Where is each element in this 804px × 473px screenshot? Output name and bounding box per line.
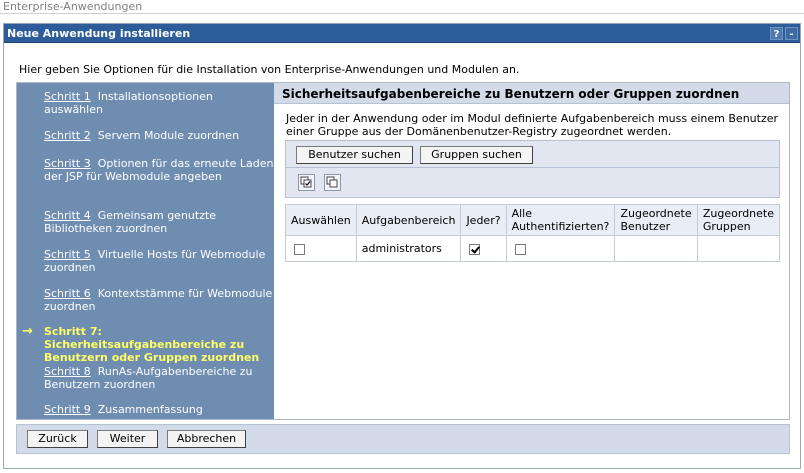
col-mapped-groups: Zugeordnete Gruppen — [696, 204, 781, 236]
role-cell: administrators — [355, 235, 462, 262]
role-mapping-table: Auswählen Aufgabenbereich Jeder? Alle Au… — [285, 204, 781, 262]
mapped-users-cell — [614, 235, 698, 262]
step-8-link[interactable]: Schritt 8 — [44, 365, 91, 378]
select-all-icon[interactable] — [298, 174, 315, 191]
arrow-right-icon: → — [22, 324, 33, 339]
content-title: Sicherheitsaufgabenbereiche zu Benutzern… — [282, 87, 740, 101]
step-6: Schritt 6 Kontextstämme für Webmodule zu… — [17, 287, 274, 313]
content-panel: Sicherheitsaufgabenbereiche zu Benutzern… — [274, 83, 789, 419]
col-role: Aufgabenbereich — [355, 204, 462, 236]
window-title: Neue Anwendung installieren — [7, 27, 191, 40]
col-select: Auswählen — [285, 204, 357, 236]
all-authenticated-checkbox[interactable] — [514, 243, 526, 255]
step-5-link[interactable]: Schritt 5 — [44, 248, 91, 261]
wizard-body: Schritt 1 Installationsoptionen auswähle… — [16, 82, 790, 420]
step-4: Schritt 4 Gemeinsam genutzte Bibliotheke… — [17, 209, 274, 235]
step-5: Schritt 5 Virtuelle Hosts für Webmodule … — [17, 248, 274, 274]
title-divider — [0, 13, 804, 14]
search-groups-button[interactable]: Gruppen suchen — [420, 146, 533, 164]
step-1-link[interactable]: Schritt 1 — [44, 90, 91, 103]
step-3-link[interactable]: Schritt 3 — [44, 157, 91, 170]
select-cell — [285, 235, 357, 262]
window-titlebar: Neue Anwendung installieren ? - — [4, 24, 800, 43]
all-authenticated-cell — [505, 235, 616, 262]
help-icon[interactable]: ? — [770, 27, 783, 40]
step-9-label: Zusammenfassung — [97, 403, 203, 416]
mapped-groups-cell — [696, 235, 781, 262]
everyone-cell — [460, 235, 507, 262]
next-button[interactable]: Weiter — [97, 430, 158, 448]
everyone-checkbox[interactable] — [469, 243, 481, 255]
step-3: Schritt 3 Optionen für das erneute Laden… — [17, 157, 274, 183]
install-wizard-window: Neue Anwendung installieren ? - Hier geb… — [3, 23, 801, 469]
step-9: Schritt 9 Zusammenfassung — [17, 403, 274, 416]
wizard-footer: Zurück Weiter Abbrechen — [16, 424, 790, 454]
steps-panel: Schritt 1 Installationsoptionen auswähle… — [17, 83, 274, 419]
select-checkbox[interactable] — [294, 243, 305, 255]
col-all-authenticated: Alle Authentifizierten? — [505, 204, 616, 236]
step-2: Schritt 2 Servern Module zuordnen — [17, 129, 274, 142]
step-7-current: → Schritt 7: Sicherheitsaufgabenbereiche… — [17, 325, 274, 364]
step-7-label: Schritt 7: Sicherheitsaufgabenbereiche z… — [44, 325, 260, 364]
app-title: Enterprise-Anwendungen — [3, 0, 143, 13]
table-row: administrators — [285, 235, 781, 262]
selection-toolbar — [285, 168, 780, 198]
table-header-row: Auswählen Aufgabenbereich Jeder? Alle Au… — [285, 204, 781, 236]
intro-text: Hier geben Sie Optionen für die Installa… — [19, 63, 520, 76]
step-2-link[interactable]: Schritt 2 — [44, 129, 91, 142]
search-toolbar: Benutzer suchen Gruppen suchen — [285, 140, 780, 168]
step-1: Schritt 1 Installationsoptionen auswähle… — [17, 90, 274, 116]
deselect-all-icon[interactable] — [324, 174, 341, 191]
step-9-link[interactable]: Schritt 9 — [44, 403, 91, 416]
col-everyone: Jeder? — [460, 204, 507, 236]
cancel-button[interactable]: Abbrechen — [167, 430, 246, 448]
content-header: Sicherheitsaufgabenbereiche zu Benutzern… — [274, 83, 789, 104]
step-8: Schritt 8 RunAs-Aufgabenbereiche zu Benu… — [17, 365, 274, 391]
step-2-label: Servern Module zuordnen — [97, 129, 240, 142]
content-description: Jeder in der Anwendung oder im Modul def… — [286, 112, 779, 138]
search-users-button[interactable]: Benutzer suchen — [296, 146, 413, 164]
minimize-icon[interactable]: - — [785, 27, 798, 40]
step-4-link[interactable]: Schritt 4 — [44, 209, 91, 222]
col-mapped-users: Zugeordnete Benutzer — [614, 204, 698, 236]
back-button[interactable]: Zurück — [27, 430, 88, 448]
step-6-link[interactable]: Schritt 6 — [44, 287, 91, 300]
